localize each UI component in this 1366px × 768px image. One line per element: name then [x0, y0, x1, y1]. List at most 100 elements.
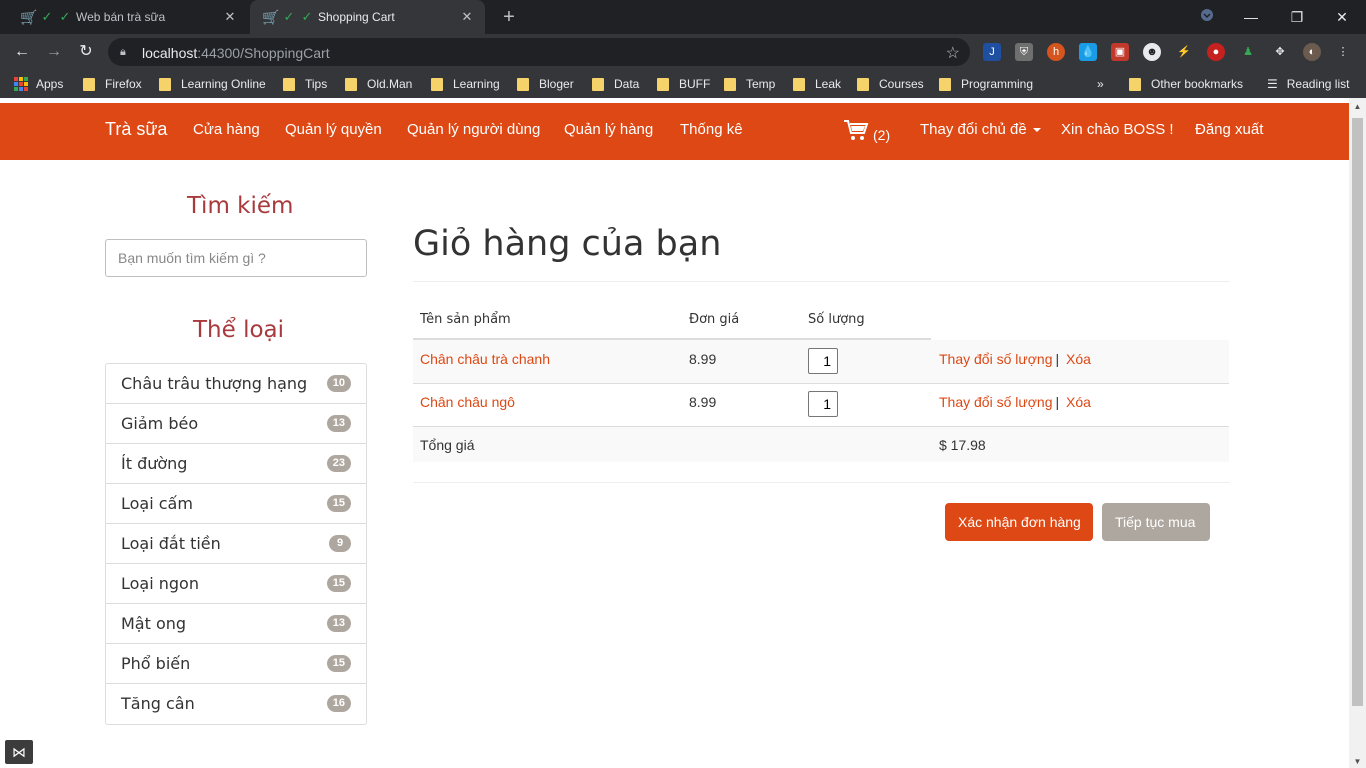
nav-link-role-management[interactable]: Quản lý quyền: [285, 121, 382, 138]
minimize-icon[interactable]: —: [1239, 6, 1263, 28]
category-item[interactable]: Ít đường 23: [106, 444, 366, 484]
more-bookmarks-icon[interactable]: »: [1097, 76, 1104, 92]
extension-tv-icon[interactable]: ▣: [1111, 43, 1129, 61]
count-badge: 13: [326, 615, 351, 632]
extension-drop-icon[interactable]: 💧: [1079, 43, 1097, 61]
count-badge: 13: [326, 415, 351, 432]
new-tab-button[interactable]: +: [498, 6, 520, 28]
extension-shield-icon[interactable]: ⛨: [1015, 43, 1033, 61]
restore-icon[interactable]: ❐: [1285, 6, 1309, 28]
extension-face-icon[interactable]: ☻: [1143, 43, 1161, 61]
page-scrollbar[interactable]: ▲ ▼: [1349, 98, 1366, 768]
table-row: Chân châu ngô 8.99 1 Thay đổi số lượng | …: [413, 383, 1229, 426]
reading-list[interactable]: ☰ Reading list: [1267, 76, 1349, 92]
menu-kebab-icon[interactable]: ⋮: [1334, 43, 1352, 61]
close-tab-icon[interactable]: ✕: [222, 9, 238, 25]
product-name-link[interactable]: Chân châu ngô: [420, 394, 515, 410]
browser-toolbar: ← → ↻ 🔒︎ localhost:44300/ShoppingCart ☆ …: [0, 34, 1366, 70]
extension-j-icon[interactable]: J: [983, 43, 1001, 61]
bookmark-courses[interactable]: Courses: [857, 76, 924, 92]
bookmark-learning-online[interactable]: Learning Online: [159, 76, 266, 92]
url-text: localhost:44300/ShoppingCart: [142, 45, 330, 61]
site-brand[interactable]: Trà sữa: [105, 119, 167, 140]
divider: [413, 281, 1230, 282]
folder-icon: [1129, 77, 1141, 91]
tab-title: Shopping Cart: [318, 10, 395, 24]
total-row: Tổng giá $ 17.98: [413, 426, 1229, 462]
shopping-cart-icon[interactable]: [843, 118, 869, 148]
bookmark-temp[interactable]: Temp: [724, 76, 775, 92]
nav-link-user-management[interactable]: Quản lý người dùng: [407, 121, 540, 138]
reload-icon[interactable]: ↻: [75, 41, 97, 63]
column-header-quantity: Số lượng: [808, 312, 865, 327]
back-icon[interactable]: ←: [11, 41, 33, 63]
bookmark-old-man[interactable]: Old.Man: [345, 76, 412, 92]
category-item[interactable]: Phổ biến 15: [106, 644, 366, 684]
separator: |: [1055, 394, 1060, 410]
profile-avatar[interactable]: ◐: [1303, 43, 1321, 61]
quantity-input[interactable]: 1: [808, 391, 838, 417]
forward-icon[interactable]: →: [43, 41, 65, 63]
theme-dropdown[interactable]: Thay đổi chủ đề: [920, 121, 1041, 138]
unit-price: 8.99: [689, 351, 717, 367]
logout-link[interactable]: Đăng xuất: [1195, 121, 1263, 138]
bookmark-bloger[interactable]: Bloger: [517, 76, 574, 92]
browser-tab-shopping-cart[interactable]: 🛒 ✓ ✓ Shopping Cart ✕: [250, 0, 485, 34]
category-list: Châu trâu thượng hạng 10 Giảm béo 13 Ít đư…: [105, 363, 367, 725]
bookmark-other-bookmarks[interactable]: Other bookmarks: [1129, 76, 1243, 92]
category-item[interactable]: Mật ong 13: [106, 604, 366, 644]
column-header-price: Đơn giá: [689, 312, 740, 327]
count-badge: 15: [326, 495, 351, 512]
nav-link-product-management[interactable]: Quản lý hàng: [564, 121, 653, 138]
scroll-thumb[interactable]: [1352, 118, 1363, 706]
category-item[interactable]: Loại ngon 15: [106, 564, 366, 604]
cart-count[interactable]: (2): [873, 127, 890, 143]
search-input[interactable]: [105, 239, 367, 277]
close-window-icon[interactable]: ✕: [1330, 6, 1354, 28]
bookmark-leak[interactable]: Leak: [793, 76, 841, 92]
extension-red-icon[interactable]: ●: [1207, 43, 1225, 61]
quantity-input[interactable]: 1: [808, 348, 838, 374]
continue-shopping-button[interactable]: Tiếp tục mua: [1102, 503, 1210, 541]
remove-link[interactable]: Xóa: [1066, 394, 1091, 410]
update-quantity-link[interactable]: Thay đổi số lượng: [939, 351, 1053, 367]
category-item[interactable]: Loại đắt tiền 9: [106, 524, 366, 564]
address-bar[interactable]: 🔒︎ localhost:44300/ShoppingCart ☆: [108, 38, 970, 66]
greeting-link[interactable]: Xin chào BOSS !: [1061, 121, 1174, 138]
browser-tab-web-ban-tra-sua[interactable]: 🛒 ✓ ✓ Web bán trà sữa ✕: [8, 0, 248, 34]
category-item[interactable]: Châu trâu thượng hạng 10: [106, 364, 366, 404]
category-item[interactable]: Loại cấm 15: [106, 484, 366, 524]
category-item[interactable]: Giảm béo 13: [106, 404, 366, 444]
remove-link[interactable]: Xóa: [1066, 351, 1091, 367]
confirm-order-button[interactable]: Xác nhận đơn hàng: [945, 503, 1093, 541]
tab-title: Web bán trà sữa: [76, 10, 166, 24]
bookmark-buff[interactable]: BUFF: [657, 76, 710, 92]
bookmark-star-icon[interactable]: ☆: [946, 43, 960, 63]
visual-studio-icon[interactable]: ⋈: [5, 740, 33, 764]
count-badge: 16: [326, 695, 351, 712]
folder-icon: [83, 77, 95, 91]
page-viewport: Trà sữa Cửa hàng Quản lý quyền Quản lý n…: [0, 98, 1349, 768]
bookmark-tips[interactable]: Tips: [283, 76, 327, 92]
extensions-puzzle-icon[interactable]: ✥: [1271, 43, 1289, 61]
tab-search-icon[interactable]: [1195, 6, 1219, 28]
scroll-up-icon[interactable]: ▲: [1353, 102, 1362, 111]
unit-price: 8.99: [689, 394, 717, 410]
update-quantity-link[interactable]: Thay đổi số lượng: [939, 394, 1053, 410]
extension-orange-icon[interactable]: h: [1047, 43, 1065, 61]
nav-link-store[interactable]: Cửa hàng: [193, 121, 260, 138]
nav-link-statistics[interactable]: Thống kê: [680, 121, 743, 138]
extension-person-icon[interactable]: ♟: [1239, 43, 1257, 61]
category-item[interactable]: Tăng cân 16: [106, 684, 366, 724]
bookmark-learning[interactable]: Learning: [431, 76, 500, 92]
product-name-link[interactable]: Chân châu trà chanh: [420, 351, 550, 367]
count-badge: 15: [326, 655, 351, 672]
close-tab-icon[interactable]: ✕: [459, 9, 475, 25]
site-navbar: Trà sữa Cửa hàng Quản lý quyền Quản lý n…: [0, 103, 1349, 160]
bookmark-programming[interactable]: Programming: [939, 76, 1033, 92]
extension-bolt-icon[interactable]: ⚡: [1175, 43, 1193, 61]
bookmark-firefox[interactable]: Firefox: [83, 76, 142, 92]
bookmark-data[interactable]: Data: [592, 76, 639, 92]
scroll-down-icon[interactable]: ▼: [1353, 757, 1362, 766]
bookmark-apps[interactable]: Apps: [14, 76, 63, 92]
